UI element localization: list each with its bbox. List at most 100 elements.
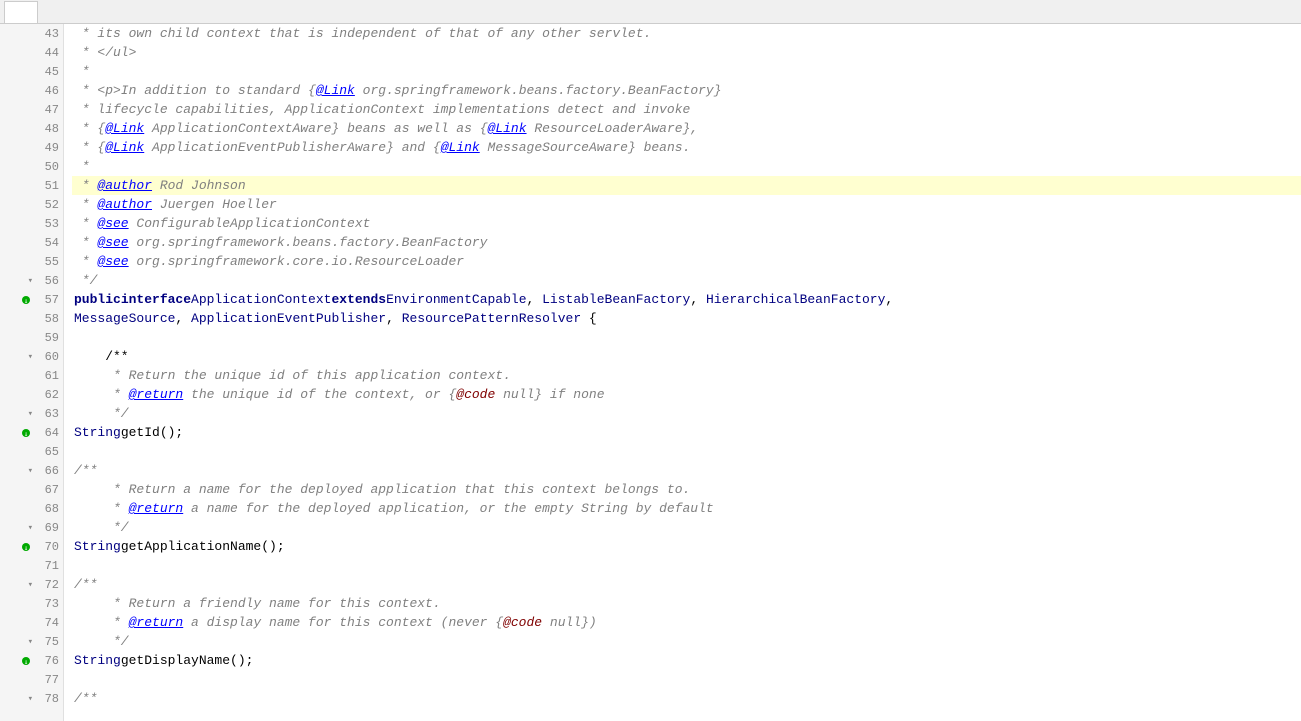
gutter-line: 77 [0,670,63,689]
line-number: 44 [35,46,59,60]
fold-icon[interactable]: ▾ [28,409,33,419]
line-number: 57 [35,293,59,307]
fold-icon[interactable]: ▾ [28,523,33,533]
line-number: 68 [35,502,59,516]
code-line: * <p>In addition to standard {@Link org.… [72,81,1301,100]
method-marker-icon: ↓ [19,293,33,307]
gutter-line: 54 [0,233,63,252]
code-line: */ [72,271,1301,290]
gutter-line: ▾75 [0,632,63,651]
code-line: * @author Juergen Hoeller [72,195,1301,214]
svg-text:↓: ↓ [24,658,28,666]
line-number: 54 [35,236,59,250]
fold-icon[interactable]: ▾ [28,694,33,704]
gutter-line: 62 [0,385,63,404]
code-line: * {@Link ApplicationEventPublisherAware}… [72,138,1301,157]
gutter-line: 44 [0,43,63,62]
line-number: 51 [35,179,59,193]
line-number: 53 [35,217,59,231]
code-line: * {@Link ApplicationContextAware} beans … [72,119,1301,138]
gutter-line: 45 [0,62,63,81]
gutter-line: ↓70 [0,537,63,556]
file-tab[interactable] [4,1,38,23]
gutter-line: ▾78 [0,689,63,708]
fold-icon[interactable]: ▾ [28,580,33,590]
line-number: 75 [35,635,59,649]
line-number: 46 [35,84,59,98]
gutter-line: 51 [0,176,63,195]
code-line: MessageSource, ApplicationEventPublisher… [72,309,1301,328]
line-number: 63 [35,407,59,421]
code-line: */ [72,404,1301,423]
code-line: * @see ConfigurableApplicationContext [72,214,1301,233]
line-number: 67 [35,483,59,497]
gutter-line: ▾63 [0,404,63,423]
line-number: 71 [35,559,59,573]
editor-container: 43444546474849505152535455▾56↓575859▾606… [0,24,1301,721]
gutter-line: 68 [0,499,63,518]
method-marker-icon: ↓ [19,540,33,554]
line-number: 74 [35,616,59,630]
line-number: 69 [35,521,59,535]
code-line: /** [72,347,1301,366]
gutter-line: 73 [0,594,63,613]
gutter-line: 47 [0,100,63,119]
line-number: 52 [35,198,59,212]
gutter-line: ↓ 57 [0,290,63,309]
line-number: 73 [35,597,59,611]
line-number: 58 [35,312,59,326]
line-number: 64 [35,426,59,440]
code-area[interactable]: * its own child context that is independ… [64,24,1301,721]
gutter-line: ▾56 [0,271,63,290]
code-line: * </ul> [72,43,1301,62]
code-line: * lifecycle capabilities, ApplicationCon… [72,100,1301,119]
code-line: */ [72,518,1301,537]
gutter-line: 65 [0,442,63,461]
code-line: * Return the unique id of this applicati… [72,366,1301,385]
line-number: 61 [35,369,59,383]
line-number: 47 [35,103,59,117]
line-number: 62 [35,388,59,402]
code-line: * @see org.springframework.beans.factory… [72,233,1301,252]
gutter-line: 48 [0,119,63,138]
code-line: * its own child context that is independ… [72,24,1301,43]
line-number: 43 [35,27,59,41]
code-line [72,556,1301,575]
line-number: 49 [35,141,59,155]
code-line: * Return a friendly name for this contex… [72,594,1301,613]
line-number: 72 [35,578,59,592]
gutter-line: ↓ 76 [0,651,63,670]
svg-text:↓: ↓ [24,430,28,438]
line-number: 77 [35,673,59,687]
line-number: 55 [35,255,59,269]
code-line [72,670,1301,689]
code-line: String getDisplayName(); [72,651,1301,670]
fold-icon[interactable]: ▾ [28,352,33,362]
line-number: 59 [35,331,59,345]
method-marker-icon: ↓ [19,426,33,440]
method-marker-icon: ↓ [19,654,33,668]
code-line: * @author Rod Johnson [72,176,1301,195]
line-number: 76 [35,654,59,668]
gutter-line: 58 [0,309,63,328]
code-line: */ [72,632,1301,651]
code-line: /** [72,689,1301,708]
gutter-line: 46 [0,81,63,100]
code-line: * [72,62,1301,81]
gutter-line: ▾66 [0,461,63,480]
code-line: /** [72,575,1301,594]
svg-text:↓: ↓ [24,297,28,305]
gutter-line: ▾69 [0,518,63,537]
gutter: 43444546474849505152535455▾56↓575859▾606… [0,24,64,721]
line-number: 70 [35,540,59,554]
fold-icon[interactable]: ▾ [28,637,33,647]
line-number: 48 [35,122,59,136]
fold-icon[interactable]: ▾ [28,276,33,286]
code-line: * [72,157,1301,176]
line-number: 78 [35,692,59,706]
fold-icon[interactable]: ▾ [28,466,33,476]
line-number: 50 [35,160,59,174]
gutter-line: 67 [0,480,63,499]
line-number: 65 [35,445,59,459]
code-line: * Return a name for the deployed applica… [72,480,1301,499]
